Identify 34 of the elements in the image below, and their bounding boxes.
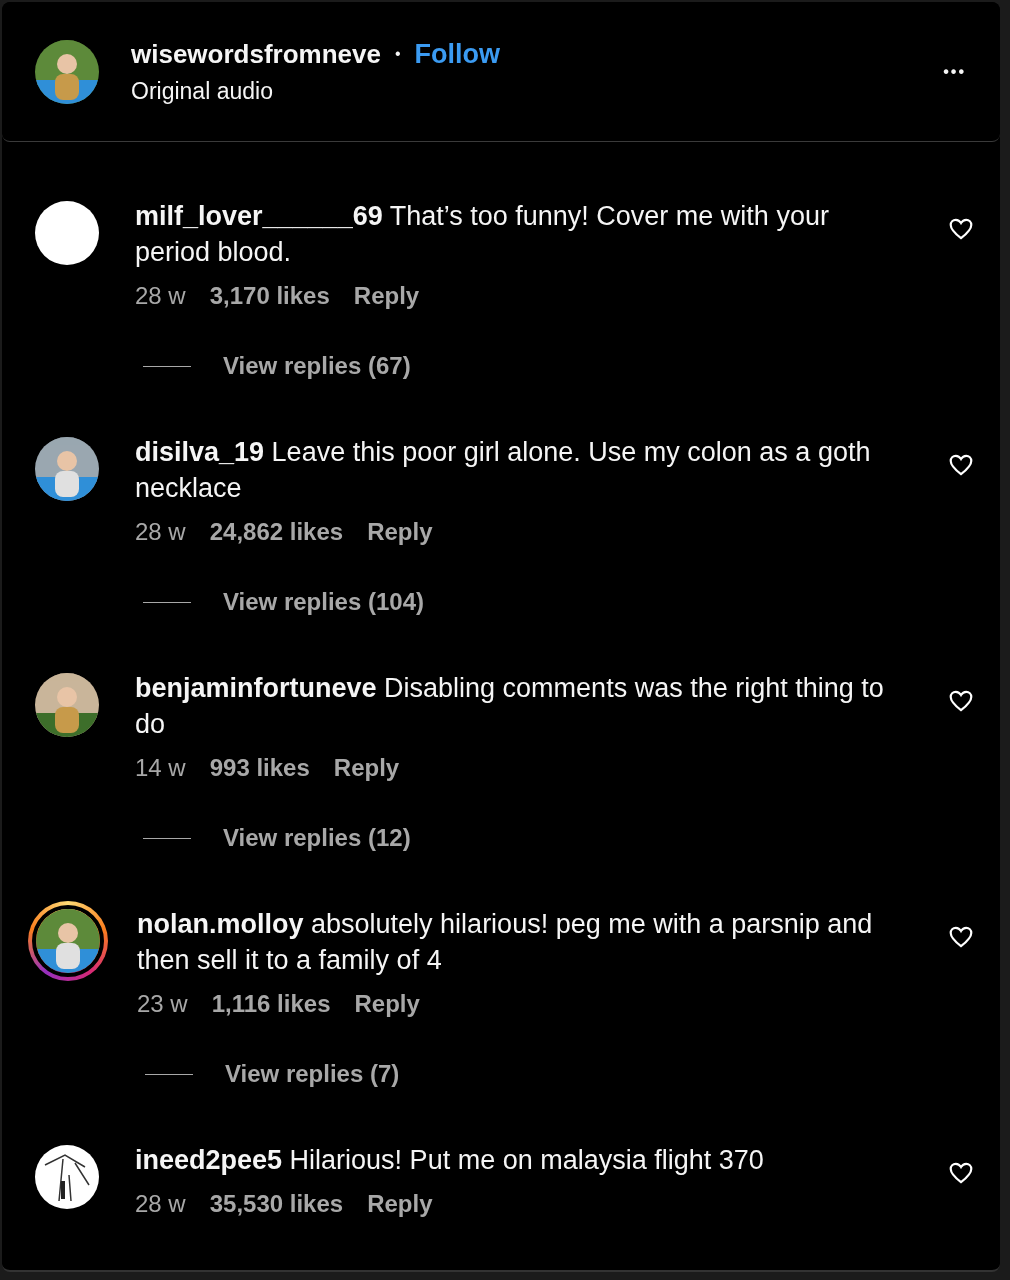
follow-link[interactable]: Follow <box>414 38 501 70</box>
heart-icon[interactable] <box>948 216 974 242</box>
likes-count[interactable]: 35,530 likes <box>209 1190 344 1218</box>
username[interactable]: wisewordsfromneve <box>131 38 381 70</box>
timestamp: 14 w <box>135 754 186 782</box>
heart-icon[interactable] <box>948 924 974 950</box>
view-replies-link[interactable]: View replies (12) <box>223 824 411 852</box>
timestamp: 23 w <box>137 990 188 1018</box>
comment-text: benjaminfortuneve Disabling comments was the right thing to do <box>135 672 885 741</box>
likes-count[interactable]: 3,170 likes <box>209 282 330 310</box>
view-replies-link[interactable]: View replies (104) <box>223 588 424 616</box>
reply-link[interactable]: Reply <box>367 518 433 546</box>
audio-label[interactable]: Original audio <box>131 77 944 105</box>
separator-dot: • <box>395 45 401 63</box>
view-replies-link[interactable]: View replies (67) <box>223 352 411 380</box>
comment-text: nolan.molloy absolutely hilarious! peg me with a parsnip and then sell it to a family of 4 <box>137 908 874 977</box>
comment-text: ineed2pee5 Hilarious! Put me on malaysia flight 370 <box>135 1144 765 1177</box>
likes-count[interactable]: 993 likes <box>209 754 310 782</box>
heart-icon[interactable] <box>948 452 974 478</box>
reply-link[interactable]: Reply <box>354 990 420 1018</box>
timestamp: 28 w <box>135 282 186 310</box>
timestamp: 28 w <box>135 1190 186 1218</box>
likes-count[interactable]: 24,862 likes <box>209 518 344 546</box>
more-options-icon[interactable]: ••• <box>943 62 966 81</box>
reply-link[interactable]: Reply <box>367 1190 433 1218</box>
reply-link[interactable]: Reply <box>353 282 420 310</box>
view-replies-link[interactable]: View replies (7) <box>225 1060 400 1088</box>
comment-text: milf_lover______69 That’s too funny! Cover me with your period blood. <box>135 200 830 269</box>
reply-link[interactable]: Reply <box>333 754 400 782</box>
comment-text: disilva_19 Leave this poor girl alone. Use my colon as a goth necklace <box>135 436 872 505</box>
likes-count[interactable]: 1,116 likes <box>211 990 331 1018</box>
heart-icon[interactable] <box>948 688 974 714</box>
heart-icon[interactable] <box>948 1160 974 1186</box>
timestamp: 28 w <box>135 518 186 546</box>
